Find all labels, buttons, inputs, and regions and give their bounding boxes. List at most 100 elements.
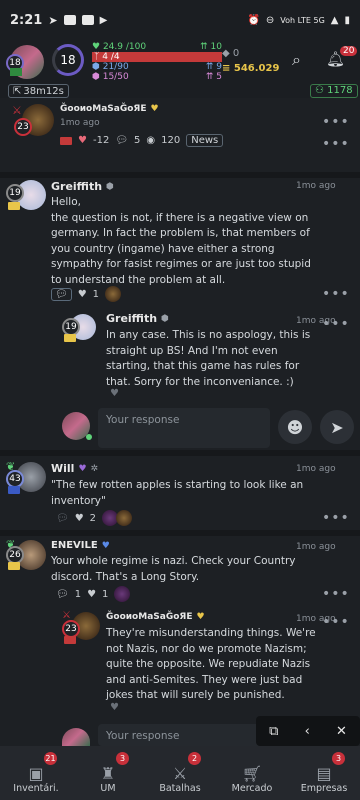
nav-badge: 3	[116, 752, 129, 765]
like-icon[interactable]: ♥	[75, 513, 84, 524]
like-icon[interactable]: ♥	[87, 589, 96, 600]
comment-time: 1mo ago	[296, 181, 336, 191]
verified-icon: ♥	[196, 612, 205, 622]
system-status-bar: 2:21 ➤ ▶ ⏰ ⊖ Voh LTE 5G ▲ ▮	[0, 0, 360, 40]
nav-label: UM	[100, 783, 116, 794]
timer-pill[interactable]: ⇱ 38m12s	[8, 84, 69, 98]
commenter-name[interactable]: Will	[51, 462, 74, 475]
reply-name[interactable]: ĞooиoMaSaĞoЯE	[106, 612, 192, 622]
flag-icon	[8, 202, 20, 210]
like-count: 2	[89, 512, 97, 524]
nav-badge: 21	[44, 752, 57, 765]
response-input[interactable]: Your response	[98, 408, 270, 448]
money-value: 546.029	[233, 63, 280, 74]
nav-um[interactable]: ♜ UM 3	[72, 746, 144, 800]
comment-icon[interactable]: 💬︎	[56, 513, 69, 524]
nav-label: Batalhas	[159, 783, 201, 794]
more-options-icon[interactable]: •••	[322, 316, 350, 332]
eye-icon: ◉	[146, 135, 156, 146]
stat-b-value: 15/50	[102, 72, 129, 82]
more-options-icon[interactable]: •••	[322, 614, 350, 630]
reply-text: They're misunderstanding things. We're n…	[106, 627, 316, 701]
shield-icon: ⬢	[92, 62, 100, 72]
signal-icon: ▲	[330, 14, 339, 26]
nav-battles[interactable]: ⚔ Batalhas 2	[144, 746, 216, 800]
stats-panel[interactable]: ♥ 24.9 /100 ⇈ 10 ᛉ 4 /4 ⬢ 21/90 ⇈ 9 ⬢ 15…	[92, 42, 222, 82]
divider	[0, 450, 360, 456]
heart-icon: ♥	[78, 463, 87, 474]
more-options-icon[interactable]: •••	[322, 114, 350, 130]
more-options-icon[interactable]: •••	[322, 286, 350, 302]
comment-icon[interactable]: 💬︎	[56, 589, 69, 600]
emoji-button[interactable]: ☻	[278, 410, 312, 444]
swords-icon: ⚔	[172, 764, 188, 783]
reply-like-icon[interactable]: ♥	[110, 388, 119, 399]
expand-icon: ⇱	[13, 85, 22, 97]
reply-like-icon[interactable]: ♥	[110, 702, 119, 713]
tower-icon: ♜	[100, 764, 116, 783]
currency-panel[interactable]: ◆ 0 ≡ 546.029	[222, 46, 282, 76]
arrow-up-icon: ⇈	[200, 42, 208, 52]
author-row: ĞooиoMaSaĞoЯE ♥	[60, 104, 159, 114]
level-number: 18	[60, 53, 76, 67]
health-value: 4 /4	[102, 52, 120, 62]
commenter-name[interactable]: Greiffith	[51, 180, 102, 193]
replies-icon[interactable]: 💬︎	[51, 287, 72, 301]
energy-value: 24.9 /100	[102, 42, 147, 52]
arrow-icon: ⇈	[205, 62, 214, 72]
level-ring[interactable]: 18	[52, 44, 84, 76]
gold-value: 0	[232, 48, 240, 59]
liker-avatar[interactable]	[105, 286, 122, 302]
nav-inventory[interactable]: ▣ Inventári. 21	[0, 746, 72, 800]
game-top-bar: 18 18 ♥ 24.9 /100 ⇈ 10 ᛉ 4 /4 ⬢ 21/90 ⇈ …	[0, 40, 360, 84]
reply-name[interactable]: Greiffith	[106, 312, 157, 325]
backpack-icon: ▣	[28, 764, 44, 783]
flag-icon	[64, 636, 76, 644]
more-options-icon[interactable]: •••	[322, 510, 350, 526]
bottom-navigation: ▣ Inventári. 21 ♜ UM 3 ⚔ Batalhas 2 🛒︎ M…	[0, 746, 360, 800]
post-time: 1mo ago	[60, 118, 100, 128]
comment: ❦ 43 Will ♥ ✲ 1mo ago "The few rotten ap…	[0, 458, 360, 528]
liker-avatar[interactable]	[114, 586, 131, 602]
search-icon[interactable]: ⌕	[292, 50, 301, 70]
swords-icon: ⚔	[12, 104, 22, 117]
commenter-level-badge: 19	[6, 184, 24, 202]
send-button[interactable]: ➤	[320, 410, 354, 444]
comment-time: 1mo ago	[296, 542, 336, 552]
online-pill[interactable]: ⚇ 1178	[310, 84, 358, 98]
more-options-icon[interactable]: •••	[322, 586, 350, 602]
close-icon[interactable]: ✕	[336, 724, 347, 739]
copy-icon[interactable]: ⧉	[269, 724, 278, 739]
send-icon: ➤	[330, 417, 344, 437]
view-count: 120	[161, 135, 181, 146]
chevron-left-icon[interactable]: ‹	[305, 724, 310, 739]
vote-icon[interactable]: ♥	[78, 135, 87, 146]
author-level-badge: 23	[14, 118, 32, 136]
like-count: 1	[102, 588, 109, 600]
network-label: Voh LTE 5G	[280, 15, 325, 25]
energy-gain: 10	[210, 42, 222, 52]
comment-text: Your whole regime is nazi. Check your Co…	[51, 555, 296, 583]
factory-icon: ▤	[316, 764, 332, 783]
nav-badge: 3	[332, 752, 345, 765]
commenter-name[interactable]: ENEVILE	[51, 540, 98, 551]
nav-companies[interactable]: ▤ Empresas 3	[288, 746, 360, 800]
response-input[interactable]: Your response	[98, 724, 270, 746]
category-badge[interactable]: News	[186, 134, 224, 147]
nav-market[interactable]: 🛒︎ Mercado	[216, 746, 288, 800]
more-options-icon-2[interactable]: •••	[322, 136, 350, 152]
comment-icon[interactable]: 💬︎	[115, 135, 128, 146]
author-name[interactable]: ĞooиoMaSaĞoЯE	[60, 104, 146, 114]
youtube-icon: ▶	[99, 14, 108, 26]
comment-actions: 💬︎ 1 ♥ 1	[56, 586, 131, 602]
flag-icon	[8, 486, 20, 494]
like-icon[interactable]: ♥	[78, 289, 87, 300]
timer-value: 38m12s	[23, 85, 64, 97]
flag-icon	[64, 334, 76, 342]
verified-icon: ⬢	[161, 313, 169, 324]
battery-icon: ▮	[344, 14, 350, 26]
money-icon: ≡	[222, 63, 231, 74]
liker-avatar-2[interactable]	[116, 510, 133, 526]
comment-text: Hello, the question is not, if there is …	[51, 196, 311, 286]
verified-icon: ♥	[150, 104, 159, 114]
